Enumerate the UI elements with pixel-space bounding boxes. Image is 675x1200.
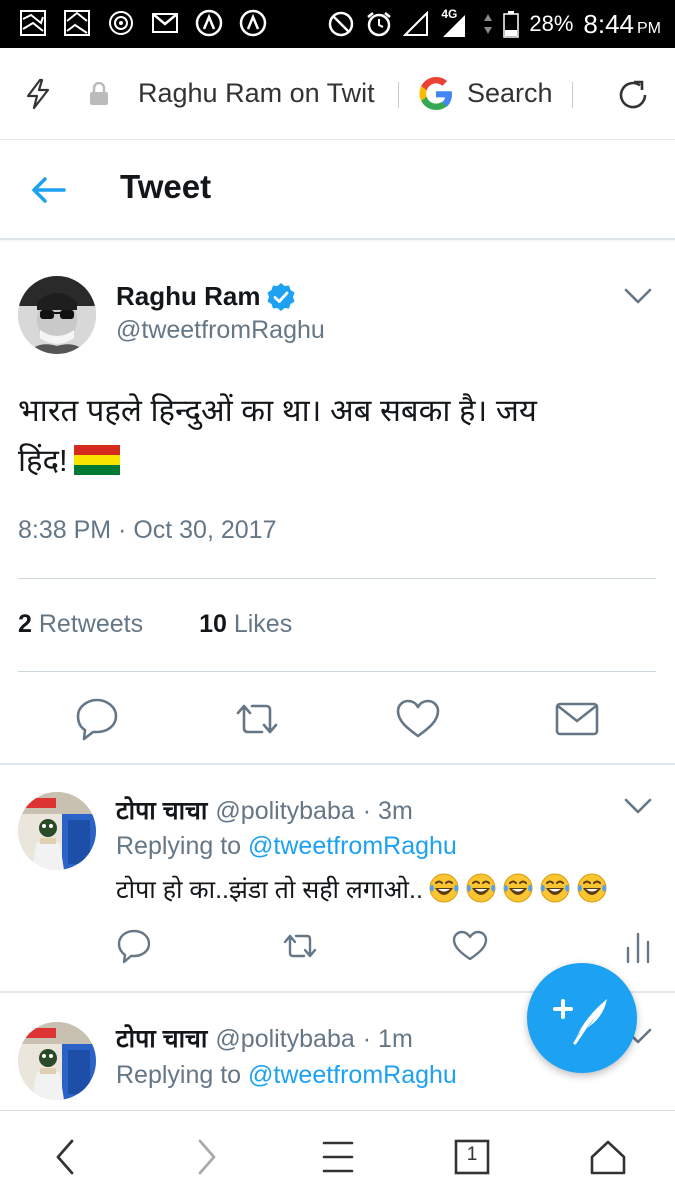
verified-badge-icon [267,283,295,311]
laughing-tears-emoji-icon [540,873,570,903]
forward-icon[interactable] [186,1137,226,1177]
compose-tweet-button[interactable] [527,963,637,1073]
replying-prefix: Replying to [116,832,242,860]
data-arrows-icon [484,14,493,34]
reply-author-handle[interactable]: @politybaba [215,1025,354,1053]
compose-feather-icon [553,999,607,1045]
laughing-tears-emoji-icon [503,873,533,903]
alarm-icon [367,12,392,37]
likes-stat[interactable]: 10 Likes [199,610,292,639]
clock-ampm: PM [637,19,661,37]
laughing-tears-emoji-icon [577,873,607,903]
laughing-tears-emoji-icon [466,873,496,903]
divider [18,578,656,579]
google-icon[interactable] [416,74,456,114]
divider [572,82,573,108]
clock: 8:44 PM [583,9,661,40]
reply-avatar[interactable] [18,1022,96,1100]
battery-icon [503,11,520,38]
reply-author-name[interactable]: टोपा चाचा [116,1025,207,1053]
signal-icon [403,11,429,36]
replying-mention[interactable]: @tweetfromRaghu [248,1061,457,1089]
reply-age: · 3m [362,797,413,825]
reply-icon[interactable] [116,928,152,964]
search-label[interactable]: Search [467,78,553,109]
photo-notification-icon [62,8,92,38]
reply-text-content: टोपा हो का..झंडा तो सही लगाओ.. [116,876,423,904]
share-mail-icon[interactable] [554,696,600,742]
emoji-row [423,873,608,904]
reply-author-line: टोपा चाचा @politybaba · 3m [116,793,413,827]
retweets-label: Retweets [38,610,144,638]
tweet-text-line2: हिंद! [18,443,68,478]
reload-icon[interactable] [614,76,652,114]
author-avatar[interactable] [18,276,96,354]
laughing-tears-emoji-icon [429,873,459,903]
tweet-stats: 2 Retweets 10 Likes [18,610,292,639]
divider [398,82,399,108]
menu-icon[interactable] [318,1137,358,1177]
address-bar[interactable]: Raghu Ram on Twit [138,78,383,109]
heart-icon[interactable] [395,696,441,742]
reply-author-handle[interactable]: @politybaba [215,797,354,825]
tweet-text-line1: भारत पहले हिन्दुओं का था। अब सबका है। जय [18,393,537,428]
chevron-down-icon[interactable] [622,282,654,310]
do-not-disturb-icon [329,11,354,37]
flag-emoji-icon [73,445,120,475]
analytics-icon[interactable] [620,928,656,964]
lightning-icon[interactable] [22,78,54,110]
likes-label: Likes [233,610,293,638]
battery-percent: 28% [529,11,574,36]
reply-author-line: टोपा चाचा @politybaba · 1m [116,1021,413,1055]
replying-prefix: Replying to [116,1061,242,1089]
reply-text: टोपा हो का..झंडा तो सही लगाओ.. [116,872,608,906]
tweet-text: भारत पहले हिन्दुओं का था। अब सबका है। जय… [18,386,648,486]
retweets-stat[interactable]: 2 Retweets [18,610,143,639]
browser-toolbar: Raghu Ram on Twit Search [0,48,675,140]
status-bar: 4G 28% 8:44 PM [0,0,675,48]
photo-notification-icon [18,8,48,38]
divider [18,671,656,672]
retweet-icon[interactable] [234,696,280,742]
home-icon[interactable] [588,1137,628,1177]
reply-author-name[interactable]: टोपा चाचा [116,797,207,825]
reply-age: · 1m [362,1025,413,1053]
tweet-text-line2-wrap: हिंद! [18,436,648,486]
replying-to-line: Replying to @tweetfromRaghu [116,832,457,861]
likes-count: 10 [199,610,227,638]
retweet-icon[interactable] [282,928,318,964]
clock-time: 8:44 [583,8,634,39]
app-notification-icon [194,8,224,38]
tabs-button[interactable]: 1 [452,1137,492,1177]
tweet-timestamp: 8:38 PM · Oct 30, 2017 [18,516,277,544]
app-notification-icon [238,8,268,38]
chevron-down-icon[interactable] [622,792,654,820]
browser-bottom-nav: 1 [0,1110,675,1200]
author-name[interactable]: Raghu Ram [116,281,260,312]
page-title: Tweet [120,168,212,205]
replying-to-line: Replying to @tweetfromRaghu [116,1061,457,1090]
heart-icon[interactable] [452,928,488,964]
tab-count: 1 [466,1144,478,1165]
replying-mention[interactable]: @tweetfromRaghu [248,832,457,860]
retweets-count: 2 [18,610,32,638]
mobile-data-icon: 4G [439,7,473,39]
lock-icon [90,82,108,105]
back-icon[interactable] [46,1137,86,1177]
reply-icon[interactable] [74,696,120,742]
author-handle[interactable]: @tweetfromRaghu [116,316,325,345]
back-arrow-icon[interactable] [28,170,68,210]
music-app-icon [106,8,136,38]
divider [0,763,675,765]
system-status: 4G 28% 8:44 PM [327,6,661,42]
notification-icons [18,8,268,38]
gmail-icon [150,8,180,38]
tweet-header: Tweet [0,140,675,240]
reply-avatar[interactable] [18,792,96,870]
